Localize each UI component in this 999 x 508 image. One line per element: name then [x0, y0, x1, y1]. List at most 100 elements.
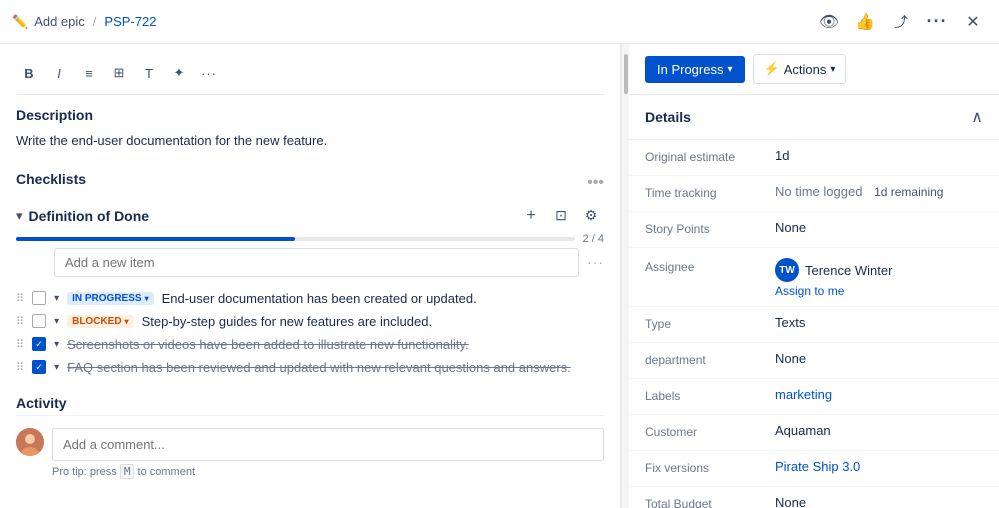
- breadcrumb: ✏️ Add epic / PSP-722: [12, 14, 156, 30]
- detail-value: 1d: [775, 148, 983, 163]
- detail-row-fixversions: Fix versions Pirate Ship 3.0: [629, 451, 999, 487]
- checklist-row: ⠿ ▾ BLOCKED ▾ Step-by-step guides for ne…: [16, 310, 604, 333]
- separator: /: [93, 14, 97, 29]
- item-chevron[interactable]: ▾: [54, 316, 59, 327]
- checklist-settings-button[interactable]: ⚙: [578, 203, 604, 229]
- add-checklist-item-button[interactable]: +: [518, 203, 544, 229]
- detail-row-department: department None: [629, 343, 999, 379]
- item-chevron[interactable]: ▾: [54, 339, 59, 350]
- checklist-name-area: ▾ Definition of Done: [16, 208, 149, 224]
- avatar: [16, 428, 44, 456]
- checklist-expand-button[interactable]: ⊡: [548, 203, 574, 229]
- detail-label: Story Points: [645, 220, 775, 236]
- checklist-item: ▾ Definition of Done + ⊡ ⚙ 2 / 4: [16, 203, 604, 379]
- pencil-icon: ✏️: [12, 14, 28, 30]
- drag-handle[interactable]: ⠿: [16, 292, 24, 305]
- checklist-collapse-icon[interactable]: ▾: [16, 208, 23, 224]
- add-item-row: ···: [16, 248, 604, 277]
- toolbar-more[interactable]: ···: [196, 60, 222, 86]
- activity-title: Activity: [16, 395, 604, 416]
- status-badge-blocked[interactable]: BLOCKED ▾: [67, 315, 133, 328]
- description-text: Write the end-user documentation for the…: [16, 131, 604, 151]
- detail-value-time: No time logged 1d remaining: [775, 184, 983, 199]
- checklist-row: ⠿ ▾ Screenshots or videos have been adde…: [16, 333, 604, 356]
- detail-row-timetracking: Time tracking No time logged 1d remainin…: [629, 176, 999, 212]
- detail-row-estimate: Original estimate 1d: [629, 140, 999, 176]
- toolbar-table[interactable]: ⊞: [106, 60, 132, 86]
- detail-label: Type: [645, 315, 775, 331]
- item-checkbox[interactable]: [32, 337, 46, 351]
- actions-caret: ▾: [830, 64, 835, 75]
- actions-button[interactable]: ⚡ Actions ▾: [753, 54, 847, 84]
- toolbar-text[interactable]: T: [136, 60, 162, 86]
- epic-link[interactable]: Add epic: [34, 14, 85, 29]
- thumbsup-button[interactable]: 👍: [851, 8, 879, 36]
- item-checkbox[interactable]: [32, 291, 46, 305]
- item-chevron[interactable]: ▾: [54, 362, 59, 373]
- detail-label: Customer: [645, 423, 775, 439]
- issue-id[interactable]: PSP-722: [104, 14, 156, 29]
- detail-label: Fix versions: [645, 459, 775, 475]
- add-item-more[interactable]: ···: [587, 254, 604, 270]
- checklists-section: Checklists ••• ▾ Definition of Done + ⊡ …: [16, 171, 604, 379]
- item-checkbox[interactable]: [32, 360, 46, 374]
- header-actions: 👁 👍 ⤴ ··· ✕: [815, 8, 987, 36]
- toolbar-italic[interactable]: I: [46, 60, 72, 86]
- share-button[interactable]: ⤴: [887, 8, 915, 36]
- status-caret: ▾: [727, 64, 732, 75]
- detail-label: department: [645, 351, 775, 367]
- drag-handle[interactable]: ⠿: [16, 315, 24, 328]
- item-text: End-user documentation has been created …: [162, 291, 604, 306]
- comment-input[interactable]: [52, 428, 604, 461]
- pro-tip: Pro tip: press M to comment: [52, 465, 604, 478]
- detail-value: None: [775, 220, 983, 235]
- checklists-more-icon[interactable]: •••: [587, 174, 604, 192]
- item-text: Step-by-step guides for new features are…: [142, 314, 604, 329]
- more-button[interactable]: ···: [923, 8, 951, 36]
- detail-label: Labels: [645, 387, 775, 403]
- item-chevron[interactable]: ▾: [54, 293, 59, 304]
- no-time-logged: No time logged: [775, 184, 862, 199]
- status-badge-inprogress[interactable]: IN PROGRESS ▾: [67, 292, 153, 305]
- item-checkbox[interactable]: [32, 314, 46, 328]
- pro-tip-key: M: [120, 464, 135, 479]
- description-title: Description: [16, 107, 604, 123]
- scroll-divider[interactable]: [621, 44, 629, 508]
- item-text: Screenshots or videos have been added to…: [67, 337, 604, 352]
- checklist-name: Definition of Done: [29, 208, 150, 224]
- add-item-input[interactable]: [54, 248, 579, 277]
- details-title: Details: [645, 109, 691, 125]
- checklists-header: Checklists •••: [16, 171, 604, 195]
- item-text: FAQ section has been reviewed and update…: [67, 360, 604, 375]
- detail-value: Texts: [775, 315, 983, 330]
- detail-value: None: [775, 351, 983, 366]
- toolbar-bold[interactable]: B: [16, 60, 42, 86]
- drag-handle[interactable]: ⠿: [16, 361, 24, 374]
- drag-handle[interactable]: ⠿: [16, 338, 24, 351]
- toolbar-list[interactable]: ≡: [76, 60, 102, 86]
- watch-button[interactable]: 👁: [815, 8, 843, 36]
- avatar: TW: [775, 258, 799, 282]
- detail-label: Total Budget: [645, 495, 775, 508]
- assign-me-link[interactable]: Assign to me: [775, 284, 983, 298]
- detail-label: Time tracking: [645, 184, 775, 200]
- scroll-handle: [624, 54, 628, 94]
- toolbar-special[interactable]: ✦: [166, 60, 192, 86]
- collapse-details-icon[interactable]: ∧: [971, 107, 983, 127]
- detail-row-labels: Labels marketing: [629, 379, 999, 415]
- checklist-items: ⠿ ▾ IN PROGRESS ▾ End-user documentation…: [16, 287, 604, 379]
- detail-value-fixversion-link[interactable]: Pirate Ship 3.0: [775, 459, 983, 474]
- assignee-info: TW Terence Winter: [775, 258, 983, 282]
- description-section: Description Write the end-user documenta…: [16, 107, 604, 151]
- detail-value: Aquaman: [775, 423, 983, 438]
- avatar-image: [16, 428, 44, 456]
- detail-value-label-link[interactable]: marketing: [775, 387, 983, 402]
- detail-row-storypoints: Story Points None: [629, 212, 999, 248]
- detail-row-assignee: Assignee TW Terence Winter Assign to me: [629, 248, 999, 307]
- status-bar: In Progress ▾ ⚡ Actions ▾: [629, 44, 999, 95]
- checklists-title: Checklists: [16, 171, 86, 187]
- close-button[interactable]: ✕: [959, 8, 987, 36]
- status-label: In Progress: [657, 62, 723, 77]
- actions-label: Actions: [784, 62, 827, 77]
- status-button[interactable]: In Progress ▾: [645, 56, 745, 83]
